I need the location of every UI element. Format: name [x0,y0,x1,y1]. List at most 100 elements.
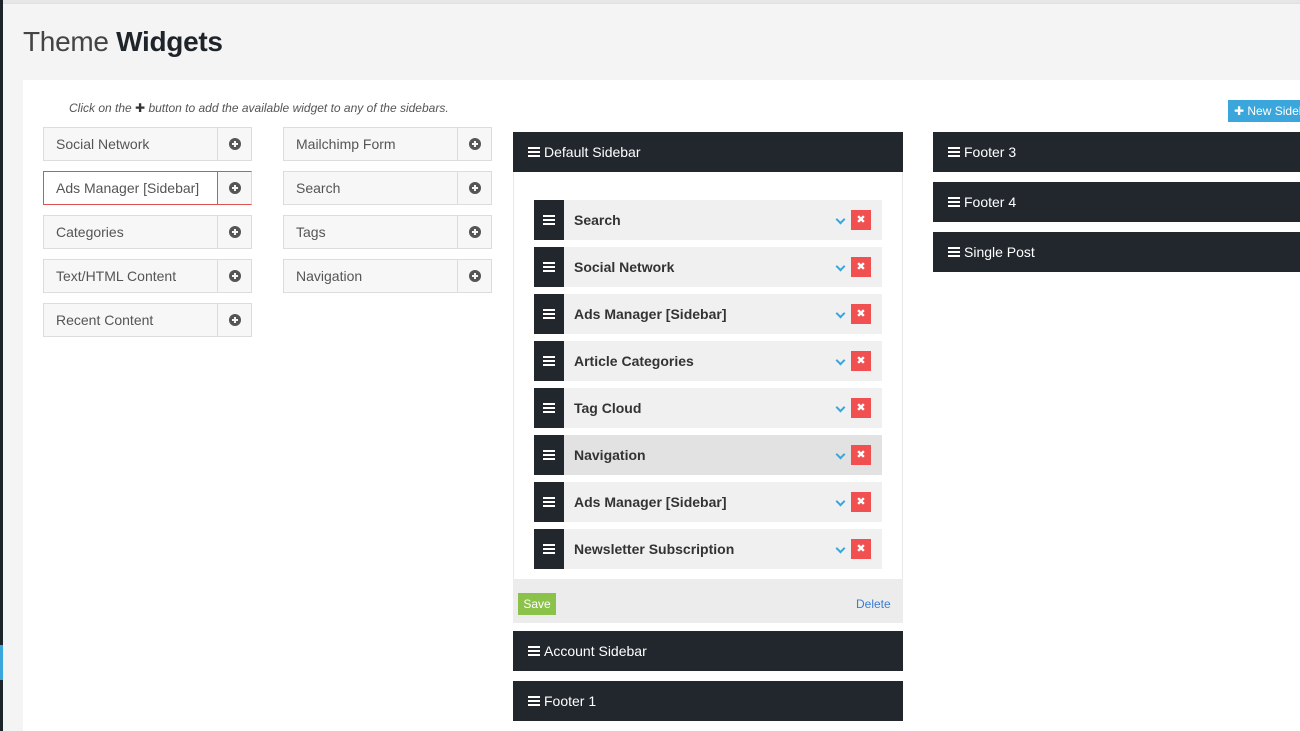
drag-handle-icon [543,260,555,274]
expand-widget-button[interactable] [833,304,847,324]
sidebar-widget-row: Social Network ✖ [534,247,882,287]
instruction-hint: Click on the ✚ button to add the availab… [69,101,449,115]
add-widget-button[interactable] [458,216,491,248]
sidebar-widget-row: Newsletter Subscription ✖ [534,529,882,569]
remove-widget-button[interactable]: ✖ [851,304,871,324]
sidebar-title: Account Sidebar [544,643,647,659]
left-nav-active-indicator [0,645,3,680]
sidebar-widget-label: Search [574,212,621,228]
remove-widget-button[interactable]: ✖ [851,539,871,559]
hint-after: button to add the available widget to an… [148,101,449,115]
save-button[interactable]: Save [518,593,556,615]
sidebar-widget-row: Article Categories ✖ [534,341,882,381]
chevron-down-icon [835,496,845,506]
sidebar-widget-label: Ads Manager [Sidebar] [574,306,727,322]
drag-handle-icon [543,354,555,368]
expand-widget-button[interactable] [833,210,847,230]
expand-widget-button[interactable] [833,445,847,465]
drag-handle-icon [543,542,555,556]
add-widget-button[interactable] [218,304,251,336]
sidebar-widget-label: Newsletter Subscription [574,541,735,557]
drag-handle[interactable] [534,341,564,381]
sidebar-header-footer-4[interactable]: Footer 4 [933,182,1300,222]
sidebar-widget-label: Ads Manager [Sidebar] [574,494,727,510]
sidebar-title: Default Sidebar [544,144,641,160]
sidebar-header-footer-3[interactable]: Footer 3 [933,132,1300,172]
drag-handle[interactable] [534,435,564,475]
sidebar-widget-label: Social Network [574,259,675,275]
add-widget-button[interactable] [218,128,251,160]
available-widget-label: Navigation [284,260,458,292]
add-widget-button[interactable] [218,172,251,204]
chevron-down-icon [835,449,845,459]
available-widget-recent-content: Recent Content [43,303,252,337]
drag-handle[interactable] [534,200,564,240]
menu-icon [528,145,540,159]
available-widget-text-html: Text/HTML Content [43,259,252,293]
expand-widget-button[interactable] [833,398,847,418]
chevron-down-icon [835,214,845,224]
chevron-down-icon [835,308,845,318]
remove-widget-button[interactable]: ✖ [851,257,871,277]
menu-icon [948,145,960,159]
hint-before: Click on the [69,101,132,115]
sidebar-header-footer-1[interactable]: Footer 1 [513,681,903,721]
drag-handle[interactable] [534,482,564,522]
available-widget-label: Ads Manager [Sidebar] [44,172,218,204]
new-sidebar-button[interactable]: ✚ New Sidebar [1228,100,1300,122]
plus-circle-icon [468,138,481,150]
menu-icon [948,245,960,259]
available-widget-label: Search [284,172,458,204]
drag-handle[interactable] [534,388,564,428]
available-widget-navigation: Navigation [283,259,492,293]
available-widget-label: Text/HTML Content [44,260,218,292]
chevron-down-icon [835,402,845,412]
sidebar-widget-row: Ads Manager [Sidebar] ✖ [534,294,882,334]
available-widget-tags: Tags [283,215,492,249]
chevron-down-icon [835,355,845,365]
sidebar-title: Footer 1 [544,693,597,709]
remove-widget-button[interactable]: ✖ [851,445,871,465]
remove-widget-button[interactable]: ✖ [851,210,871,230]
sidebar-title: Footer 3 [964,144,1017,160]
plus-circle-icon [228,314,241,326]
sidebar-widget-row: Search ✖ [534,200,882,240]
drag-handle[interactable] [534,529,564,569]
plus-circle-icon [228,226,241,238]
sidebar-header-account[interactable]: Account Sidebar [513,631,903,671]
expand-widget-button[interactable] [833,492,847,512]
sidebar-header-single-post[interactable]: Single Post [933,232,1300,272]
drag-handle[interactable] [534,294,564,334]
chevron-down-icon [835,261,845,271]
remove-widget-button[interactable]: ✖ [851,492,871,512]
remove-widget-button[interactable]: ✖ [851,351,871,371]
available-widget-label: Recent Content [44,304,218,336]
plus-circle-icon [228,182,241,194]
top-strip [0,0,1300,4]
delete-sidebar-link[interactable]: Delete [856,597,891,611]
menu-icon [528,644,540,658]
expand-widget-button[interactable] [833,351,847,371]
page-title-bold: Widgets [116,26,223,57]
menu-icon [948,195,960,209]
sidebar-widget-row: Ads Manager [Sidebar] ✖ [534,482,882,522]
plus-circle-icon [228,270,241,282]
drag-handle[interactable] [534,247,564,287]
sidebar-header-default[interactable]: Default Sidebar [513,132,903,172]
drag-handle-icon [543,448,555,462]
page-title: Theme Widgets [23,26,223,58]
chevron-down-icon [835,543,845,553]
available-widget-label: Tags [284,216,458,248]
remove-widget-button[interactable]: ✖ [851,398,871,418]
add-widget-button[interactable] [458,260,491,292]
add-widget-button[interactable] [218,216,251,248]
expand-widget-button[interactable] [833,257,847,277]
available-widget-label: Mailchimp Form [284,128,458,160]
expand-widget-button[interactable] [833,539,847,559]
add-widget-button[interactable] [458,128,491,160]
add-widget-button[interactable] [218,260,251,292]
available-widget-ads-manager: Ads Manager [Sidebar] [43,171,252,205]
sidebar-widget-label: Article Categories [574,353,694,369]
add-widget-button[interactable] [458,172,491,204]
page-title-light: Theme [23,26,109,57]
